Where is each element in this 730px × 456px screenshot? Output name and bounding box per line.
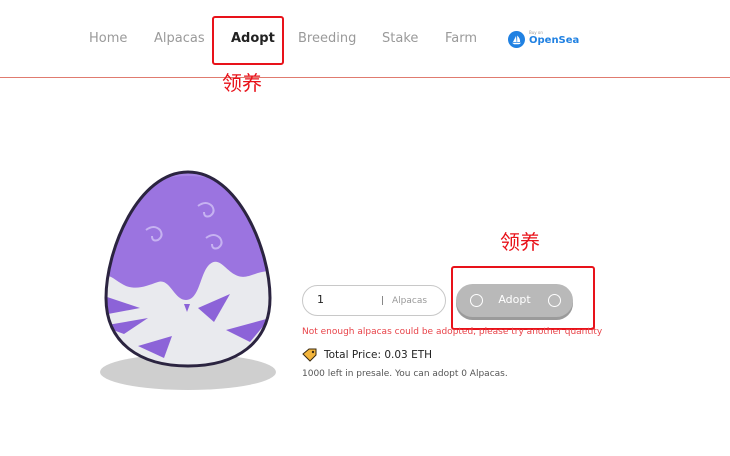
total-price: Total Price: 0.03 ETH (324, 349, 433, 361)
quantity-input[interactable] (317, 293, 367, 306)
highlight-adopt-button (451, 266, 595, 330)
error-message: Not enough alpacas could be adopted, ple… (302, 327, 603, 337)
quantity-unit-label: Alpacas (392, 296, 428, 306)
nav-alpacas[interactable]: Alpacas (154, 31, 205, 47)
nav-farm[interactable]: Farm (445, 31, 477, 47)
annotation-nav-adopt: 领养 (222, 71, 262, 95)
nav-stake[interactable]: Stake (382, 31, 418, 47)
nav-breeding[interactable]: Breeding (298, 31, 356, 47)
quantity-separator (382, 296, 383, 305)
top-nav: Home Alpacas Adopt Breeding Stake Farm B… (0, 0, 730, 78)
quantity-field[interactable]: Alpacas (302, 285, 446, 316)
price-tag-icon (302, 348, 317, 362)
opensea-name: OpenSea (529, 35, 580, 46)
opensea-icon (508, 31, 525, 48)
highlight-nav-adopt (212, 16, 284, 65)
nav-divider (0, 77, 730, 78)
presale-info: 1000 left in presale. You can adopt 0 Al… (302, 369, 508, 379)
nav-home[interactable]: Home (89, 31, 127, 47)
annotation-adopt-button: 领养 (500, 230, 540, 254)
egg-illustration (100, 170, 276, 390)
